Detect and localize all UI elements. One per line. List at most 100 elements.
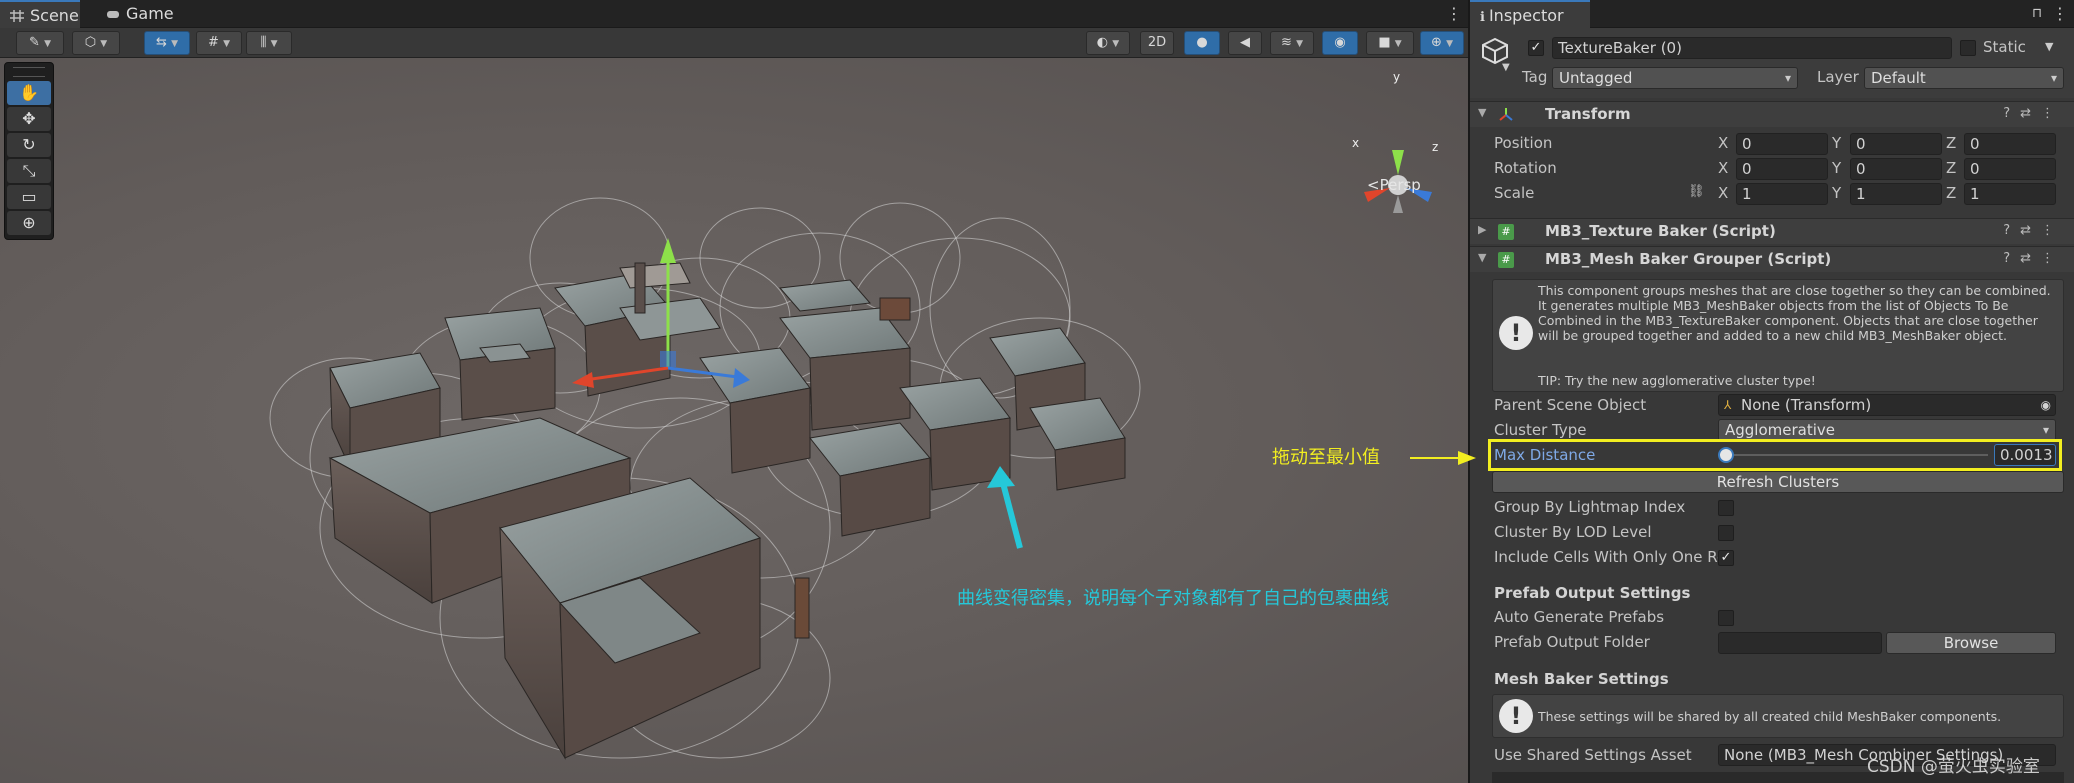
object-picker-icon[interactable]: ◉ — [2041, 395, 2051, 415]
render-mode-button[interactable]: ◐ ▼ — [1086, 31, 1130, 55]
static-checkbox[interactable] — [1960, 40, 1976, 56]
rotation-y-label: Y — [1832, 159, 1842, 177]
constrain-scale-icon[interactable]: ⛓ — [1688, 184, 1705, 199]
persp-label: Persp — [1379, 176, 1421, 194]
texture-baker-title: MB3_Texture Baker (Script) — [1545, 222, 1776, 240]
refresh-clusters-button[interactable]: Refresh Clusters — [1492, 471, 2064, 493]
gizmos-button[interactable]: ⊕ ▼ — [1420, 31, 1464, 55]
cluster-type-dropdown[interactable]: Agglomerative — [1718, 419, 2056, 441]
auto-generate-prefabs-checkbox[interactable] — [1718, 610, 1734, 626]
browse-button[interactable]: Browse — [1886, 632, 2056, 654]
brush-icon: ✎ — [29, 35, 40, 50]
rotation-z-field[interactable]: 0 — [1964, 158, 2056, 180]
grid-snap-button[interactable]: # ▼ — [196, 31, 242, 55]
tag-label: Tag — [1522, 68, 1548, 86]
component-header-icons[interactable]: ?⇄⋮ — [2003, 106, 2064, 121]
grouper-tip-text: TIP: Try the new agglomerative cluster t… — [1538, 373, 1816, 388]
group-by-lightmap-checkbox[interactable] — [1718, 500, 1734, 516]
fold-icon: ▼ — [1478, 106, 1487, 119]
mesh-baker-grouper-header[interactable]: ▼ # MB3_Mesh Baker Grouper (Script) ?⇄⋮ — [1470, 246, 2074, 272]
lighting-toggle[interactable]: ● — [1184, 31, 1220, 55]
hand-tool-icon[interactable]: ✋ — [7, 81, 51, 105]
warning-icon: ! — [1499, 699, 1533, 733]
snap-toggle-button[interactable]: ⇆ ▼ — [144, 31, 190, 55]
fold-icon: ▼ — [1478, 251, 1487, 264]
cube-dropdown-icon[interactable]: ▼ — [1502, 62, 1510, 73]
rotation-x-field[interactable]: 0 — [1736, 158, 1828, 180]
persp-chevron-icon: < — [1367, 176, 1380, 194]
scale-tool-icon[interactable]: ⤡ — [7, 159, 51, 183]
audio-toggle[interactable]: ◀ — [1228, 31, 1262, 55]
prefab-output-folder-field[interactable] — [1718, 632, 1882, 654]
scale-y-field[interactable]: 1 — [1850, 183, 1942, 205]
layer-label: Layer — [1817, 68, 1859, 86]
cluster-by-lod-label: Cluster By LOD Level — [1494, 523, 1652, 541]
scene-render — [269, 150, 1432, 760]
effects-button[interactable]: ≋ ▼ — [1270, 31, 1314, 55]
rotation-y-field[interactable]: 0 — [1850, 158, 1942, 180]
projection-toggle[interactable]: <Persp — [1367, 176, 1421, 194]
tab-game-label: Game — [126, 4, 174, 23]
tab-scene[interactable]: Scene — [0, 0, 80, 28]
rect-tool-icon[interactable]: ▭ — [7, 185, 51, 209]
watermark: CSDN @萤火虫实验室 — [1867, 757, 2040, 777]
include-cells-checkbox[interactable]: ✓ — [1718, 550, 1734, 566]
position-y-field[interactable]: 0 — [1850, 133, 1942, 155]
position-x-field[interactable]: 0 — [1736, 133, 1828, 155]
tab-game[interactable]: Game — [96, 0, 182, 28]
snap-icon: ⇆ — [156, 35, 167, 50]
static-label: Static — [1983, 38, 2026, 56]
parent-scene-object-field[interactable]: ⅄ None (Transform) ◉ — [1718, 394, 2056, 416]
component-header-icons[interactable]: ?⇄⋮ — [2003, 251, 2064, 266]
scale-z-field[interactable]: 1 — [1964, 183, 2056, 205]
increment-snap-button[interactable]: ⫼ ▼ — [246, 31, 292, 55]
inspector-menu-icon[interactable]: ⋮ — [2052, 4, 2068, 24]
tag-dropdown[interactable]: Untagged — [1552, 67, 1798, 89]
shared-settings-label: Use Shared Settings Asset — [1494, 746, 1692, 764]
cluster-by-lod-checkbox[interactable] — [1718, 525, 1734, 541]
tab-inspector[interactable]: ℹ Inspector — [1470, 0, 1590, 28]
component-header-icons[interactable]: ?⇄⋮ — [2003, 223, 2064, 238]
shading-button[interactable]: ⬡ ▼ — [72, 31, 120, 55]
rotation-z-label: Z — [1946, 159, 1957, 177]
transform-header[interactable]: ▼ Transform ?⇄⋮ — [1470, 101, 2074, 127]
grouper-help-text: This component groups meshes that are cl… — [1538, 283, 2051, 343]
palette-grip[interactable] — [13, 67, 45, 77]
static-dropdown-icon[interactable]: ▼ — [2045, 40, 2053, 53]
gizmo-globe-icon: ⊕ — [1431, 35, 1442, 50]
move-tool-icon[interactable]: ✥ — [7, 107, 51, 131]
texture-baker-header[interactable]: ▶ # MB3_Texture Baker (Script) ?⇄⋮ — [1470, 218, 2074, 244]
object-header: ▼ ✓ TextureBaker (0) Static ▼ Tag Untagg… — [1470, 28, 2074, 98]
transform-tool-icon[interactable]: ⊕ — [7, 211, 51, 235]
transform-icon — [1499, 108, 1513, 121]
visibility-toggle[interactable]: ◉ — [1322, 31, 1358, 55]
cube-icon: ⬡ — [84, 35, 97, 50]
active-checkbox[interactable]: ✓ — [1528, 40, 1544, 56]
rotate-tool-icon[interactable]: ↻ — [7, 133, 51, 157]
cluster-type-label: Cluster Type — [1494, 421, 1587, 439]
scene-viewport[interactable]: ✋ ✥ ↻ ⤡ ▭ ⊕ y x z <Persp 曲线变得密集，说明每个子对象都… — [0, 58, 1468, 783]
object-name-field[interactable]: TextureBaker (0) — [1552, 37, 1952, 59]
scale-x-field[interactable]: 1 — [1736, 183, 1828, 205]
rotation-label: Rotation — [1494, 159, 1557, 177]
mode-2d-button[interactable]: 2D — [1140, 31, 1174, 55]
transform-title: Transform — [1545, 105, 1631, 123]
lock-icon[interactable]: ⊓ — [2032, 4, 2042, 24]
position-z-field[interactable]: 0 — [1964, 133, 2056, 155]
position-x-label: X — [1718, 134, 1729, 152]
draw-mode-button[interactable]: ✎ ▼ — [16, 31, 64, 55]
layer-dropdown[interactable]: Default — [1864, 67, 2064, 89]
inspector-panel: ℹ Inspector ⊓ ⋮ ▼ ✓ TextureBaker (0) Stat… — [1470, 0, 2074, 783]
scene-menu-icon[interactable]: ⋮ — [1446, 4, 1462, 24]
group-by-lightmap-label: Group By Lightmap Index — [1494, 498, 1686, 516]
tab-inspector-label: Inspector — [1488, 6, 1564, 25]
mode-2d-label: 2D — [1147, 35, 1167, 50]
grid-icon — [10, 10, 24, 22]
max-distance-highlight — [1488, 439, 2062, 471]
sphere-icon: ◐ — [1096, 35, 1109, 50]
effects-icon: ≋ — [1281, 35, 1292, 50]
mesh-baker-grouper-title: MB3_Mesh Baker Grouper (Script) — [1545, 250, 1832, 268]
warning-icon: ! — [1499, 316, 1533, 350]
camera-button[interactable]: ■ ▼ — [1366, 31, 1414, 55]
scene-tabbar: Scene Game ⋮ — [0, 0, 1468, 28]
